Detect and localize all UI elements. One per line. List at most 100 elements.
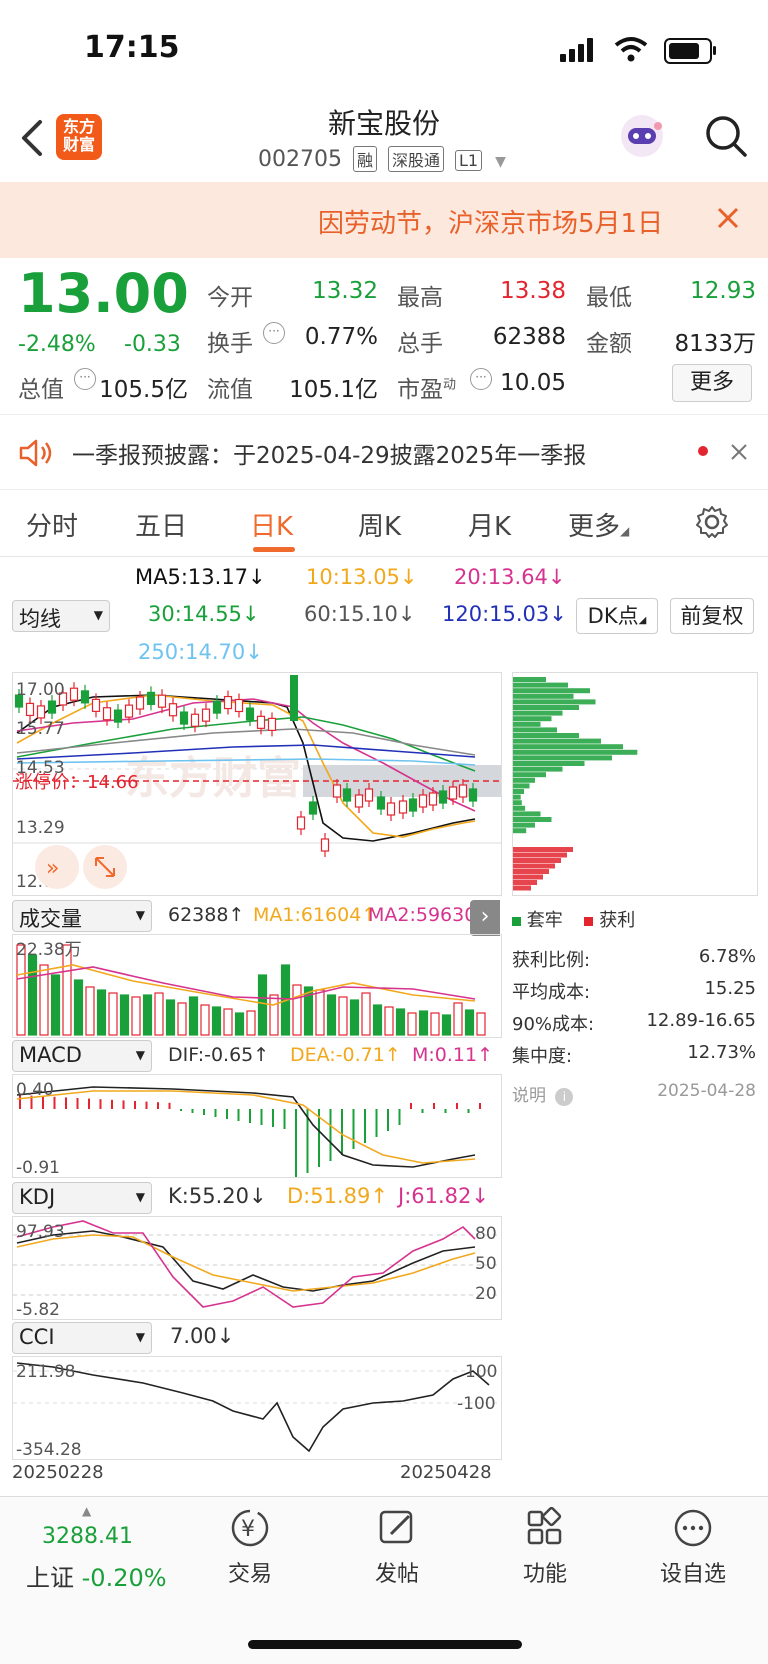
volume-bar xyxy=(384,1006,394,1036)
tab-daily-k[interactable]: 日K xyxy=(250,506,293,543)
tab-weekly-k[interactable]: 周K xyxy=(358,506,401,543)
gear-icon[interactable] xyxy=(694,504,730,540)
high-label: 最高 xyxy=(397,285,443,311)
volume-bar xyxy=(269,994,279,1036)
macd-bar xyxy=(421,1109,424,1113)
mktcap-value: 105.5亿 xyxy=(99,377,188,403)
date-start: 20250228 xyxy=(12,1462,104,1483)
chip-bar xyxy=(513,733,579,738)
volume-bar xyxy=(142,994,153,1036)
chip-bar xyxy=(513,794,521,800)
macd-bar xyxy=(433,1103,435,1109)
macd-m: M:0.11↑ xyxy=(412,1044,494,1066)
macd-bar xyxy=(111,1099,113,1109)
macd-bar xyxy=(398,1109,401,1125)
indicator-select-macd[interactable]: MACD ▼ xyxy=(12,1040,152,1072)
tab-intraday[interactable]: 分时 xyxy=(26,506,78,543)
nav-trade[interactable]: ¥ 交易 xyxy=(195,1506,305,1588)
volume-bar xyxy=(234,1012,245,1036)
volume-bar xyxy=(27,954,38,1036)
dea-line xyxy=(16,1090,476,1164)
chevron-right-icon[interactable]: › xyxy=(470,900,500,936)
search-icon[interactable] xyxy=(704,114,748,158)
change: -0.33 xyxy=(124,332,181,357)
dk-point-button[interactable]: DK点◢ xyxy=(576,598,658,634)
index-row[interactable]: 上证 -0.20% xyxy=(26,1558,167,1593)
status-time: 17:15 xyxy=(84,30,180,65)
chip-note-date: 2025-04-28 xyxy=(657,1081,756,1101)
kline-chart[interactable]: 东方财富 涨停价：14.66 17.00 15.77 14.53 13.29 1… xyxy=(12,672,502,896)
chip-bar xyxy=(513,777,535,783)
macd-bar xyxy=(272,1109,274,1127)
chip-bar-profit xyxy=(513,863,555,869)
candle xyxy=(296,816,306,830)
amount-label: 金额 xyxy=(586,331,632,357)
volume-bar xyxy=(85,986,95,1036)
y-tick-label: -5.82 xyxy=(16,1300,60,1320)
volume-bar xyxy=(361,992,371,1036)
candle xyxy=(468,788,478,802)
robot-assistant-icon[interactable] xyxy=(618,112,666,160)
tab-five-day[interactable]: 五日 xyxy=(135,506,187,543)
y-tick-label: 211.98 xyxy=(16,1362,75,1382)
candle xyxy=(179,711,189,725)
chip-note[interactable]: 说明 i xyxy=(512,1081,574,1106)
indicator-select-volume[interactable]: 成交量 ▼ xyxy=(12,900,152,932)
nav-add-watchlist[interactable]: 设自选 xyxy=(638,1506,748,1588)
low-value: 12.93 xyxy=(690,278,756,304)
ma60-line xyxy=(16,728,476,756)
candle xyxy=(438,790,448,804)
volume-bar xyxy=(119,994,130,1036)
chip-bar-profit xyxy=(513,858,561,863)
level-label: 20 xyxy=(475,1284,497,1304)
tab-more[interactable]: 更多◢ xyxy=(568,506,629,543)
tab-active-indicator xyxy=(253,547,295,552)
svg-text:¥: ¥ xyxy=(241,1517,255,1542)
chip-bar xyxy=(513,822,535,828)
adjust-button[interactable]: 前复权 xyxy=(670,598,754,634)
info-dots-icon[interactable]: ··· xyxy=(74,368,96,390)
macd-bar xyxy=(157,1102,159,1109)
candle xyxy=(146,691,156,705)
volume-bar xyxy=(154,992,164,1036)
double-chevron-icon: » xyxy=(46,856,59,881)
nav-post[interactable]: 发帖 xyxy=(342,1506,452,1588)
macd-bar xyxy=(145,1101,148,1109)
indicator-select-kdj[interactable]: KDJ ▼ xyxy=(12,1182,152,1214)
candle xyxy=(124,704,134,718)
volume-bar xyxy=(476,1012,486,1036)
profit-swatch xyxy=(584,917,594,926)
kdj-chart: 97.93 -5.82 80 50 20 xyxy=(12,1216,502,1320)
indicator-select-cci[interactable]: CCI ▼ xyxy=(12,1322,152,1354)
nav-functions[interactable]: 功能 xyxy=(490,1506,600,1588)
candle xyxy=(102,707,112,721)
y-tick-label: -0.91 xyxy=(16,1158,60,1178)
volume-bar xyxy=(326,994,337,1036)
candle xyxy=(308,801,318,815)
candle xyxy=(25,702,35,717)
dif-line xyxy=(16,1086,476,1168)
macd-bar xyxy=(260,1109,263,1125)
chip-row-value: 6.78% xyxy=(698,946,756,967)
macd-bar xyxy=(410,1103,412,1109)
y-tick-label: 17.00 xyxy=(16,680,65,700)
close-icon[interactable] xyxy=(730,443,748,461)
level-label: 100 xyxy=(465,1362,497,1382)
chip-distribution-chart[interactable] xyxy=(512,672,758,896)
more-button[interactable]: 更多 xyxy=(672,364,752,402)
open-label: 今开 xyxy=(207,285,253,311)
indicator-select-ma[interactable]: 均线 ▼ xyxy=(12,600,110,632)
home-indicator xyxy=(248,1640,522,1649)
y-tick-label: 97.93 xyxy=(16,1222,65,1242)
unread-dot xyxy=(698,446,708,456)
tab-monthly-k[interactable]: 月K xyxy=(468,506,511,543)
close-icon[interactable] xyxy=(716,206,740,230)
index-value[interactable]: 3288.41 xyxy=(42,1524,133,1549)
info-dots-icon[interactable]: ··· xyxy=(263,322,285,344)
volume-bar xyxy=(315,989,325,1036)
trapped-swatch xyxy=(512,917,521,926)
chip-bar xyxy=(513,727,557,733)
chip-bar-profit xyxy=(513,869,549,874)
stock-code-row[interactable]: 002705 融 深股通 L1 ▼ xyxy=(258,146,506,172)
cci-value: 7.00↓ xyxy=(170,1324,235,1348)
